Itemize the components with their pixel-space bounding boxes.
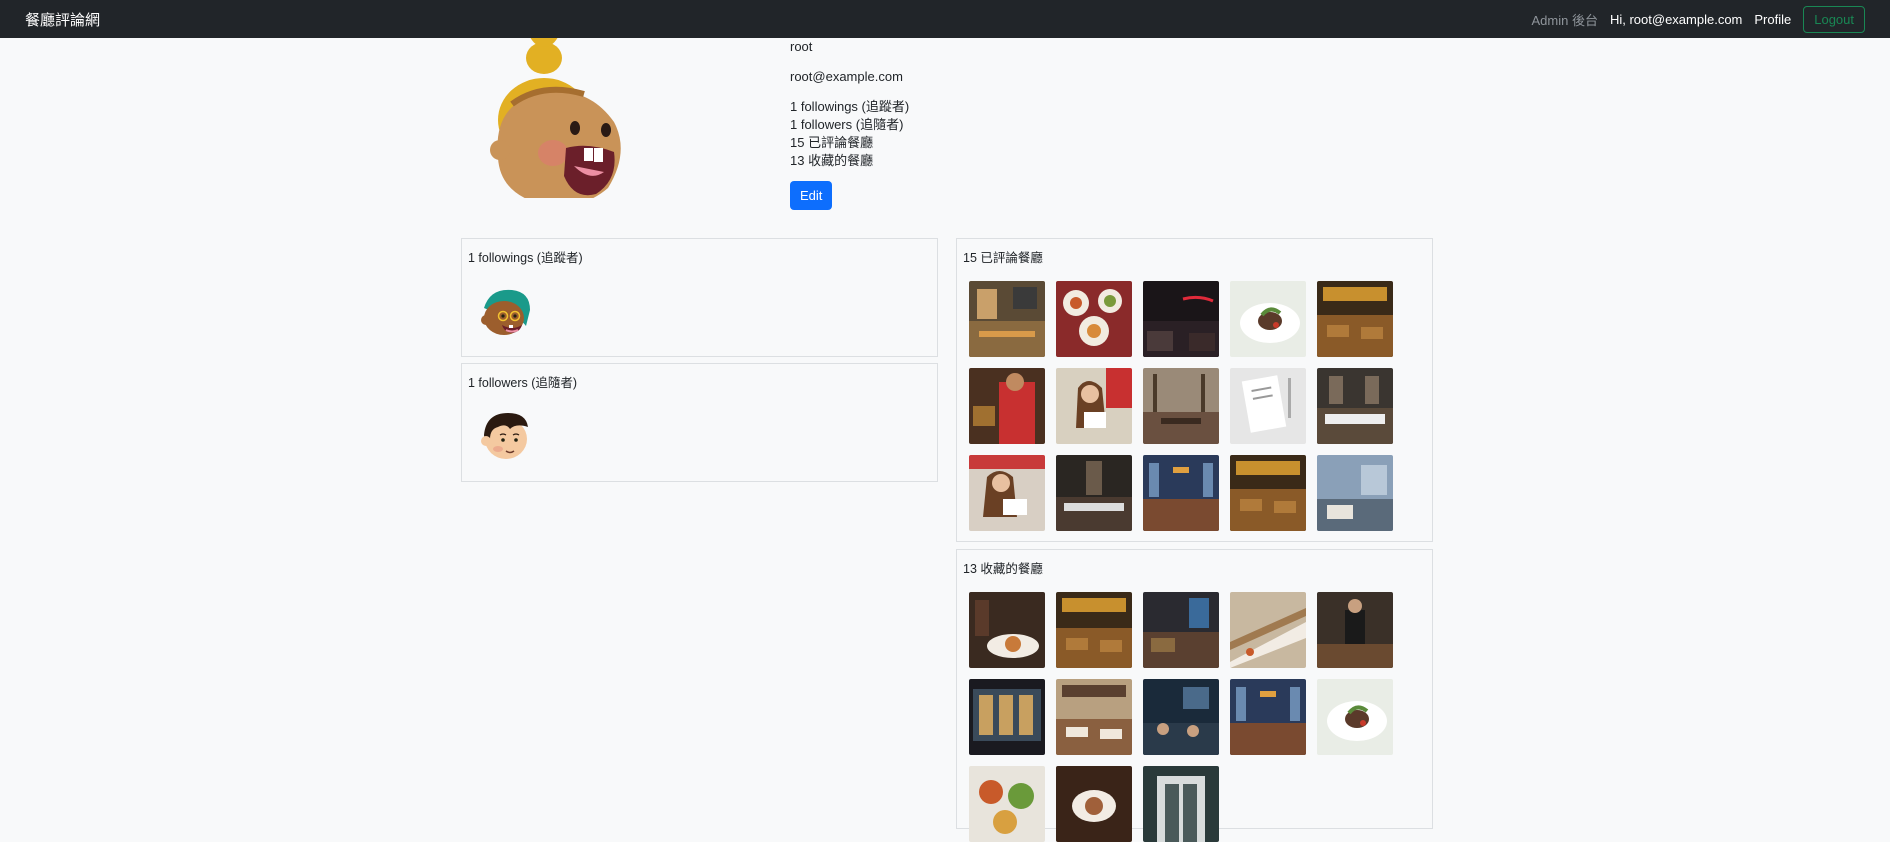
- restaurant-thumbnail[interactable]: [1317, 281, 1393, 357]
- reviewed-card-title: 15 已評論餐廳: [963, 251, 1043, 265]
- followings-card: 1 followings (追蹤者): [461, 238, 938, 357]
- reviewed-count: 15 已評論餐廳: [790, 135, 874, 150]
- restaurant-thumbnail[interactable]: [1056, 281, 1132, 357]
- followers-count: 1 followers (追隨者): [790, 117, 904, 132]
- restaurant-thumbnail[interactable]: [969, 592, 1045, 668]
- profile-info: root root@example.com 1 followings (追蹤者)…: [790, 38, 909, 210]
- restaurant-thumbnail[interactable]: [1056, 455, 1132, 531]
- followings-card-title: 1 followings (追蹤者): [468, 251, 583, 265]
- restaurant-thumbnail[interactable]: [1143, 766, 1219, 842]
- logout-button[interactable]: Logout: [1803, 5, 1865, 33]
- favorited-count: 13 收藏的餐廳: [790, 153, 874, 168]
- favorited-restaurant-grid: [969, 592, 1393, 842]
- reviewed-restaurants-card: 15 已評論餐廳: [956, 238, 1433, 542]
- profile-name: root: [790, 39, 813, 54]
- restaurant-thumbnail[interactable]: [1143, 368, 1219, 444]
- restaurant-thumbnail[interactable]: [1230, 679, 1306, 755]
- navbar: 餐廳評論網 Admin 後台 Hi, root@example.com Prof…: [0, 0, 1890, 38]
- admin-link[interactable]: Admin 後台: [1532, 10, 1598, 29]
- restaurant-thumbnail[interactable]: [1143, 281, 1219, 357]
- restaurant-thumbnail[interactable]: [1317, 592, 1393, 668]
- restaurant-thumbnail[interactable]: [1317, 679, 1393, 755]
- profile-avatar: [478, 28, 628, 206]
- following-user-avatar[interactable]: [476, 284, 532, 340]
- restaurant-thumbnail[interactable]: [1317, 455, 1393, 531]
- brand-link[interactable]: 餐廳評論網: [25, 9, 100, 30]
- restaurant-thumbnail[interactable]: [1143, 455, 1219, 531]
- followings-count: 1 followings (追蹤者): [790, 99, 910, 114]
- follower-user-avatar[interactable]: [476, 407, 532, 463]
- followers-card-title: 1 followers (追隨者): [468, 376, 578, 390]
- favorited-card-title: 13 收藏的餐廳: [963, 562, 1043, 576]
- restaurant-thumbnail[interactable]: [1317, 368, 1393, 444]
- restaurant-thumbnail[interactable]: [969, 455, 1045, 531]
- followers-card: 1 followers (追隨者): [461, 363, 938, 482]
- user-greeting: Hi, root@example.com: [1609, 11, 1743, 27]
- restaurant-thumbnail[interactable]: [969, 281, 1045, 357]
- restaurant-thumbnail[interactable]: [1230, 281, 1306, 357]
- restaurant-thumbnail[interactable]: [1056, 592, 1132, 668]
- restaurant-thumbnail[interactable]: [1143, 679, 1219, 755]
- restaurant-thumbnail[interactable]: [969, 368, 1045, 444]
- profile-link[interactable]: Profile: [1754, 12, 1791, 27]
- edit-button[interactable]: Edit: [790, 181, 833, 210]
- reviewed-restaurant-grid: [969, 281, 1393, 531]
- restaurant-thumbnail[interactable]: [969, 679, 1045, 755]
- nav-links: Admin 後台 Hi, root@example.com Profile Lo…: [1532, 5, 1865, 33]
- restaurant-thumbnail[interactable]: [1230, 455, 1306, 531]
- restaurant-thumbnail[interactable]: [1230, 368, 1306, 444]
- restaurant-thumbnail[interactable]: [1056, 679, 1132, 755]
- restaurant-thumbnail[interactable]: [1230, 592, 1306, 668]
- restaurant-thumbnail[interactable]: [969, 766, 1045, 842]
- restaurant-thumbnail[interactable]: [1143, 592, 1219, 668]
- restaurant-thumbnail[interactable]: [1056, 766, 1132, 842]
- profile-email: root@example.com: [790, 69, 903, 84]
- restaurant-thumbnail[interactable]: [1056, 368, 1132, 444]
- favorited-restaurants-card: 13 收藏的餐廳: [956, 549, 1433, 842]
